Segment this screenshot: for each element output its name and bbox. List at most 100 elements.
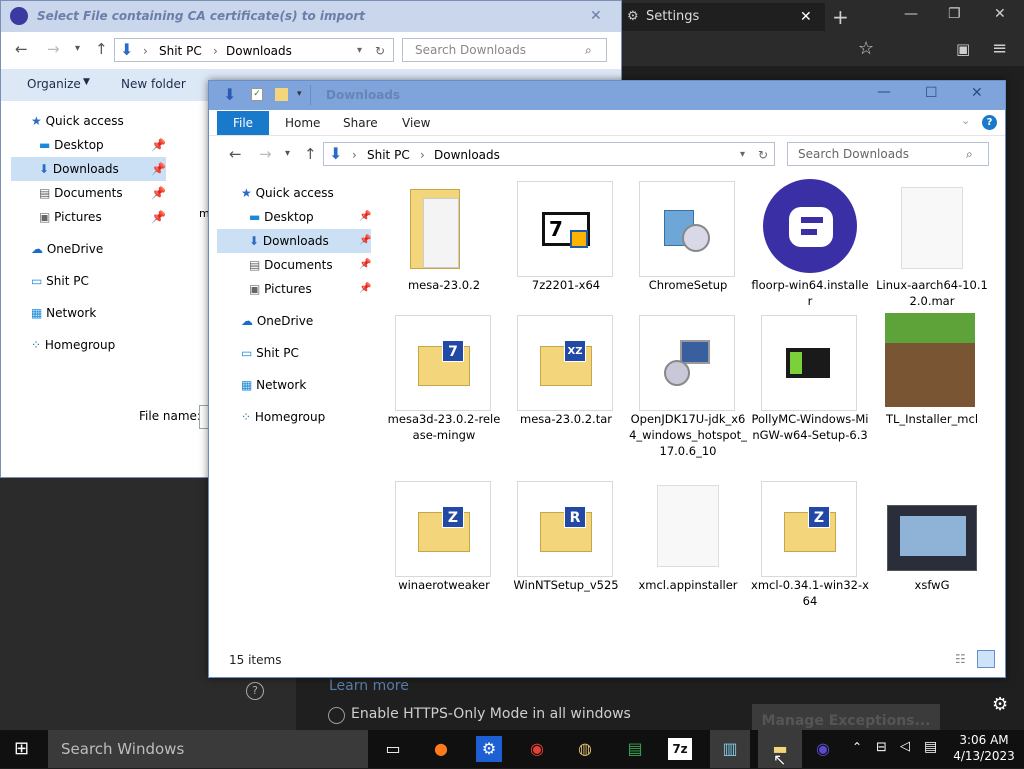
- address-bar[interactable]: ⬇ › Shit PC › Downloads ▾ ↻: [114, 38, 394, 62]
- sidebar-item-this-pc[interactable]: ▭ Shit PC: [241, 341, 299, 365]
- file-item[interactable]: OpenJDK17U-jdk_x64_windows_hotspot_17.0.…: [629, 311, 747, 471]
- forward-icon[interactable]: →: [47, 37, 60, 61]
- sidebar-item-onedrive[interactable]: ☁ OneDrive: [31, 237, 103, 261]
- spreadsheet-icon[interactable]: ▤: [620, 734, 650, 764]
- address-dropdown-icon[interactable]: ▾: [357, 39, 362, 63]
- file-item[interactable]: xmcl.appinstaller: [629, 477, 747, 607]
- recent-dropdown-icon[interactable]: ▾: [75, 37, 80, 61]
- settings-gear-icon[interactable]: ⚙: [992, 694, 1008, 715]
- minimize-icon[interactable]: —: [904, 6, 918, 22]
- file-item[interactable]: Z winaerotweaker: [385, 477, 503, 607]
- file-item[interactable]: TL_Installer_mcl: [873, 311, 991, 471]
- close-window-icon[interactable]: ✕: [994, 6, 1006, 22]
- chrome-icon[interactable]: ◉: [522, 734, 552, 764]
- new-folder-button[interactable]: New folder: [121, 77, 186, 91]
- search-input[interactable]: Search Downloads ⌕: [787, 142, 989, 166]
- sidebar-item-desktop[interactable]: ▬ Desktop 📌: [39, 133, 171, 157]
- sidebar-item-downloads[interactable]: ⬇ Downloads 📌: [11, 157, 166, 181]
- tab-share[interactable]: Share: [343, 111, 378, 135]
- up-icon[interactable]: ↑: [304, 142, 317, 166]
- organize-button[interactable]: Organize: [27, 77, 81, 91]
- sidebar-item-documents[interactable]: ▤ Documents 📌: [39, 181, 171, 205]
- firefox-icon[interactable]: ●: [426, 734, 456, 764]
- sidebar-item-downloads[interactable]: ⬇ Downloads 📌: [217, 229, 371, 253]
- learn-more-link[interactable]: Learn more: [329, 678, 409, 694]
- dialog-close-icon[interactable]: ✕: [590, 1, 602, 32]
- sidebar-item-quick-access[interactable]: ★ Quick access: [31, 109, 171, 133]
- task-view-icon[interactable]: ▭: [378, 734, 408, 764]
- up-icon[interactable]: ↑: [95, 37, 108, 61]
- sidebar-item-homegroup[interactable]: ⁘ Homegroup: [31, 333, 115, 357]
- tab-file[interactable]: File: [217, 111, 269, 135]
- file-item[interactable]: 7 7z2201-x64: [507, 177, 625, 307]
- breadcrumb-shit-pc[interactable]: Shit PC: [367, 143, 410, 167]
- details-view-icon[interactable]: ☷: [955, 652, 966, 666]
- recent-locations-icon[interactable]: ▾: [285, 142, 290, 166]
- action-center-icon[interactable]: ▤: [924, 739, 937, 755]
- breadcrumb-shit-pc[interactable]: Shit PC: [159, 39, 202, 63]
- close-icon[interactable]: ✕: [971, 85, 983, 101]
- taskbar-search-box[interactable]: Search Windows: [48, 730, 368, 768]
- maximize-icon[interactable]: ❐: [948, 6, 961, 22]
- back-icon[interactable]: ←: [229, 142, 242, 166]
- large-icons-view-icon[interactable]: [977, 650, 995, 668]
- address-bar[interactable]: ⬇ › Shit PC › Downloads ▾ ↻: [323, 142, 775, 166]
- new-tab-icon[interactable]: +: [832, 5, 849, 29]
- file-item[interactable]: Z xmcl-0.34.1-win32-x64: [751, 477, 869, 608]
- expand-ribbon-icon[interactable]: ⌄: [961, 114, 970, 127]
- notepad-icon[interactable]: ▥: [710, 730, 750, 768]
- sidebar-item-homegroup[interactable]: ⁘ Homegroup: [241, 405, 325, 429]
- refresh-icon[interactable]: ↻: [375, 39, 385, 63]
- settings-app-icon[interactable]: ⚙: [476, 736, 502, 762]
- sidebar-item-pictures[interactable]: ▣ Pictures 📌: [249, 277, 371, 301]
- show-hidden-icons-icon[interactable]: ⌃: [852, 740, 862, 754]
- file-item[interactable]: PollyMC-Windows-MinGW-w64-Setup-6.3: [751, 311, 869, 471]
- forward-icon[interactable]: →: [259, 142, 272, 166]
- file-item[interactable]: mesa-23.0.2: [385, 177, 503, 307]
- address-dropdown-icon[interactable]: ▾: [740, 143, 745, 167]
- close-tab-icon[interactable]: ✕: [800, 3, 812, 31]
- quick-access-toolbar-dropdown-icon[interactable]: ▾: [297, 89, 302, 99]
- sidebar-item-quick-access[interactable]: ★ Quick access: [241, 181, 375, 205]
- sidebar-item-pictures[interactable]: ▣ Pictures 📌: [39, 205, 171, 229]
- settings-tab[interactable]: ⚙ Settings ✕: [620, 3, 825, 31]
- file-item[interactable]: R WinNTSetup_v525: [507, 477, 625, 607]
- 7zip-icon[interactable]: 7z: [668, 738, 692, 760]
- app-globe-icon[interactable]: ◍: [570, 734, 600, 764]
- file-item[interactable]: XZ mesa-23.0.2.tar: [507, 311, 625, 471]
- tab-home[interactable]: Home: [285, 111, 320, 135]
- start-icon[interactable]: ⊞: [14, 739, 34, 759]
- bookmark-star-icon[interactable]: ☆: [858, 38, 874, 59]
- refresh-icon[interactable]: ↻: [758, 143, 768, 167]
- sidebar-item-documents[interactable]: ▤ Documents 📌: [249, 253, 371, 277]
- floorp-taskbar-icon[interactable]: ◉: [808, 734, 838, 764]
- https-only-radio[interactable]: [328, 707, 345, 724]
- search-input[interactable]: Search Downloads ⌕: [402, 38, 607, 62]
- maximize-icon[interactable]: ☐: [925, 85, 938, 101]
- sidebar-item-desktop[interactable]: ▬ Desktop 📌: [249, 205, 371, 229]
- menu-icon[interactable]: ≡: [992, 38, 1007, 59]
- breadcrumb-downloads[interactable]: Downloads: [434, 143, 500, 167]
- file-item[interactable]: xsfwG: [873, 477, 991, 607]
- breadcrumb-downloads[interactable]: Downloads: [226, 39, 292, 63]
- file-item[interactable]: Linux-aarch64-10.12.0.mar: [873, 177, 991, 308]
- back-icon[interactable]: ←: [15, 37, 28, 61]
- sidebar-item-this-pc[interactable]: ▭ Shit PC: [31, 269, 89, 293]
- clock[interactable]: 3:06 AM 4/13/2023: [948, 732, 1020, 764]
- sidebar-item-network[interactable]: ▦ Network: [241, 373, 306, 397]
- volume-muted-icon[interactable]: ◁: [900, 739, 910, 754]
- file-item[interactable]: ChromeSetup: [629, 177, 747, 307]
- help-icon[interactable]: ?: [246, 682, 264, 700]
- pocket-icon[interactable]: ▣: [956, 40, 970, 58]
- properties-icon[interactable]: ✓: [251, 88, 263, 101]
- network-icon[interactable]: ⊟: [876, 740, 887, 755]
- tab-view[interactable]: View: [402, 111, 430, 135]
- navigation-pane: ★ Quick access ▬ Desktop 📌 ⬇ Downloads 📌 ▤…: [215, 181, 375, 641]
- sidebar-item-onedrive[interactable]: ☁ OneDrive: [241, 309, 313, 333]
- sidebar-item-network[interactable]: ▦ Network: [31, 301, 96, 325]
- help-icon[interactable]: ?: [982, 115, 997, 130]
- file-item[interactable]: floorp-win64.installer: [751, 177, 869, 308]
- file-item[interactable]: 7 mesa3d-23.0.2-release-mingw: [385, 311, 503, 471]
- new-folder-icon[interactable]: [275, 88, 288, 101]
- minimize-icon[interactable]: —: [877, 84, 891, 100]
